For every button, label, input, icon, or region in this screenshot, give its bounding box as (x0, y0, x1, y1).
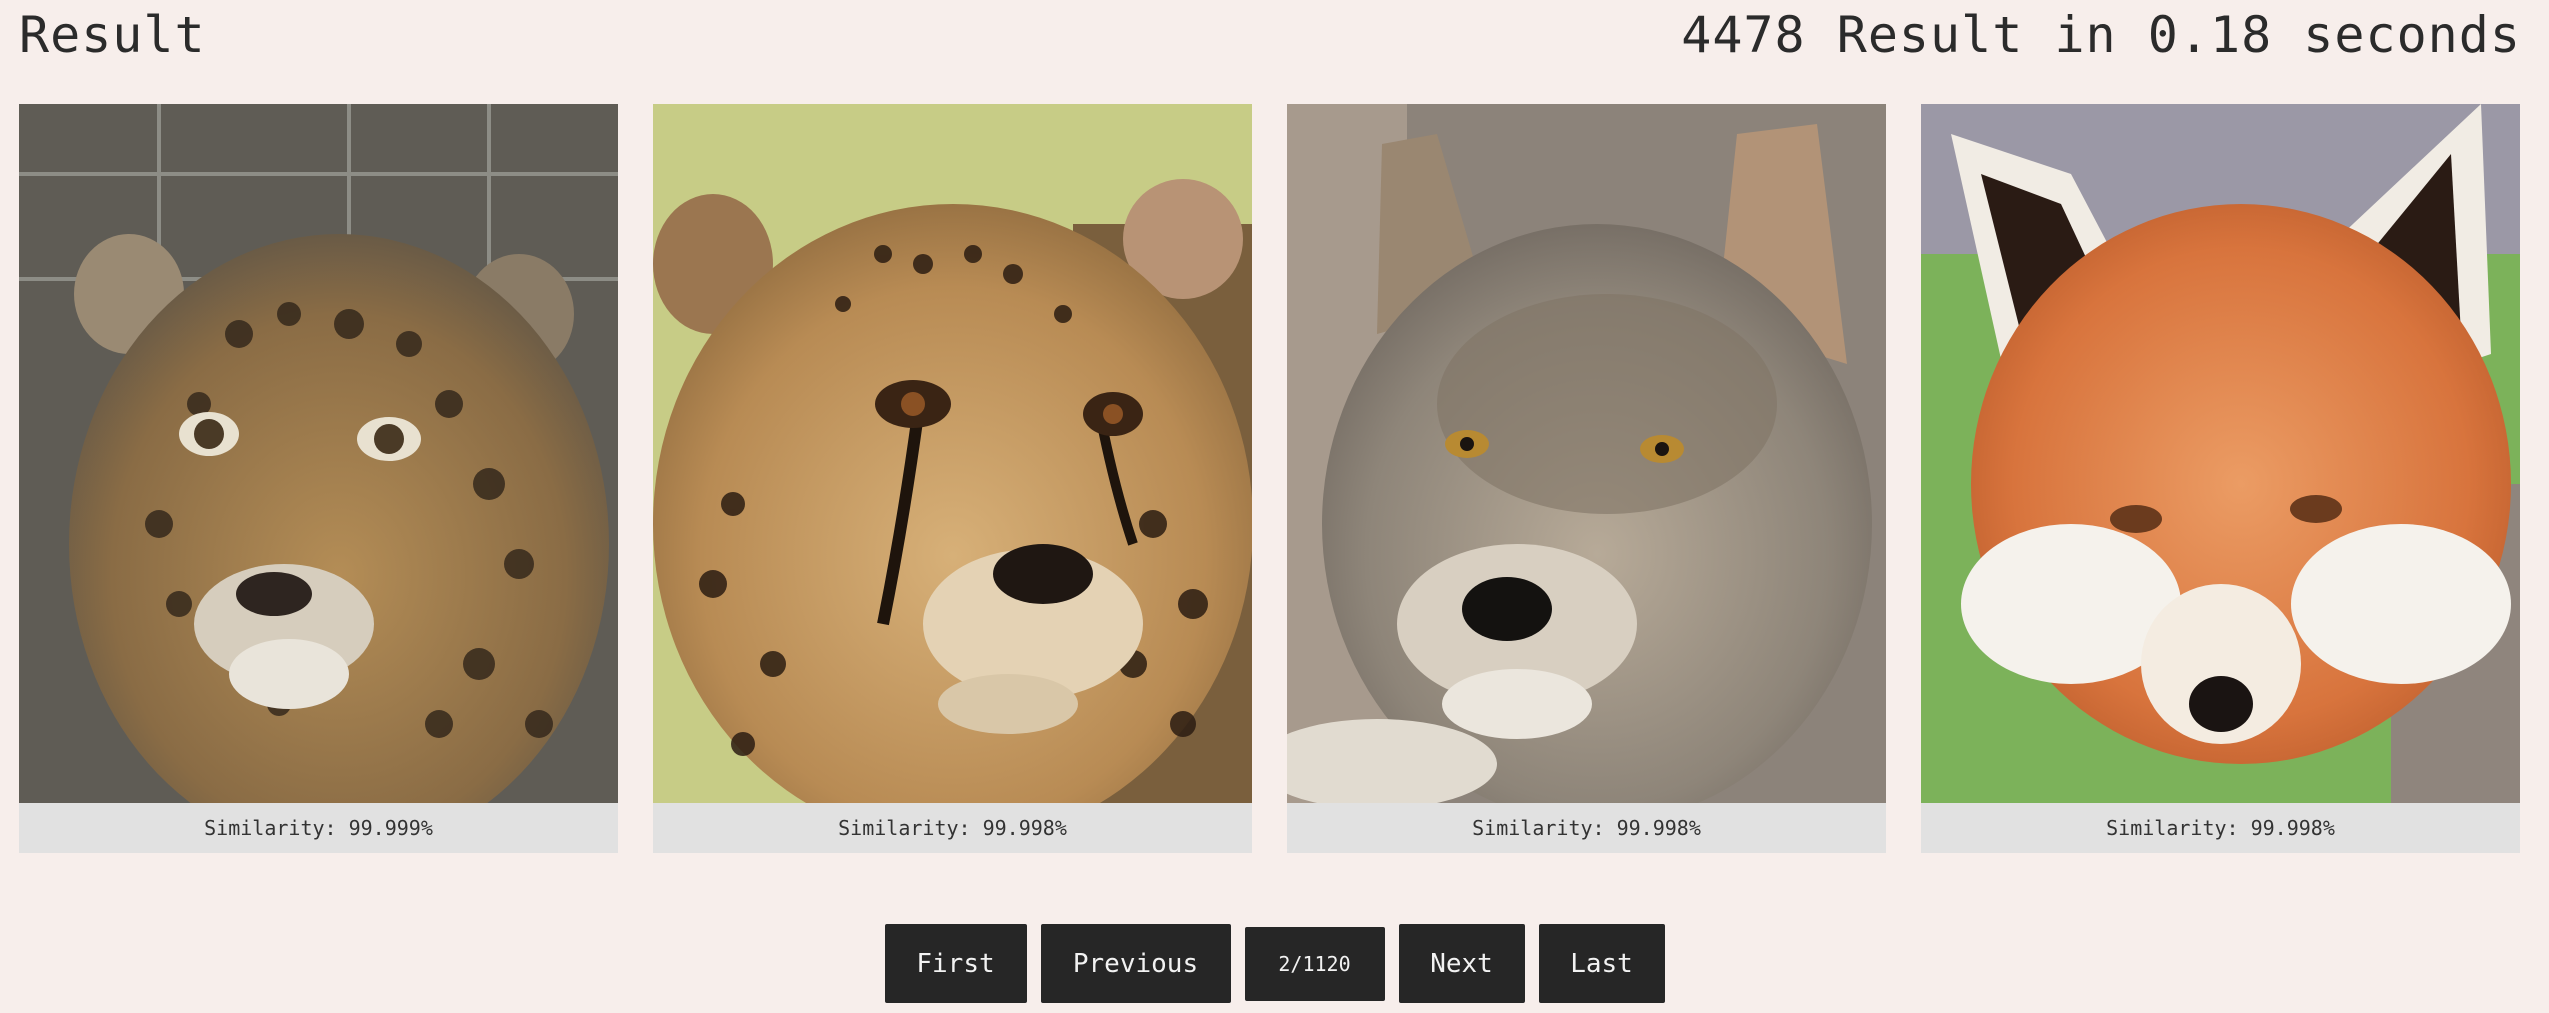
page-title: Result (19, 6, 206, 64)
previous-page-button[interactable]: Previous (1040, 924, 1231, 1003)
result-card[interactable]: Similarity: 99.998% (653, 104, 1252, 853)
similarity-label: Similarity: 99.998% (1921, 803, 2520, 853)
result-image-wolf[interactable] (1287, 104, 1886, 803)
result-card[interactable]: Similarity: 99.998% (1921, 104, 2520, 853)
results-summary: 4478 Result in 0.18 seconds (1681, 6, 2521, 64)
first-page-button[interactable]: First (884, 924, 1027, 1003)
page-indicator: 2/1120 (1244, 926, 1385, 1001)
next-page-button[interactable]: Next (1398, 924, 1525, 1003)
result-card[interactable]: Similarity: 99.999% (19, 104, 618, 853)
pagination: First Previous 2/1120 Next Last (0, 924, 2549, 1003)
result-image-red-fox[interactable] (1921, 104, 2520, 803)
results-header: Result 4478 Result in 0.18 seconds (19, 0, 2521, 70)
similarity-label: Similarity: 99.999% (19, 803, 618, 853)
result-image-jaguar[interactable] (19, 104, 618, 803)
result-image-cheetah[interactable] (653, 104, 1252, 803)
similarity-label: Similarity: 99.998% (653, 803, 1252, 853)
last-page-button[interactable]: Last (1538, 924, 1665, 1003)
similarity-label: Similarity: 99.998% (1287, 803, 1886, 853)
result-card[interactable]: Similarity: 99.998% (1287, 104, 1886, 853)
results-grid: Similarity: 99.999% Similarity: 99.998% … (19, 104, 2521, 853)
